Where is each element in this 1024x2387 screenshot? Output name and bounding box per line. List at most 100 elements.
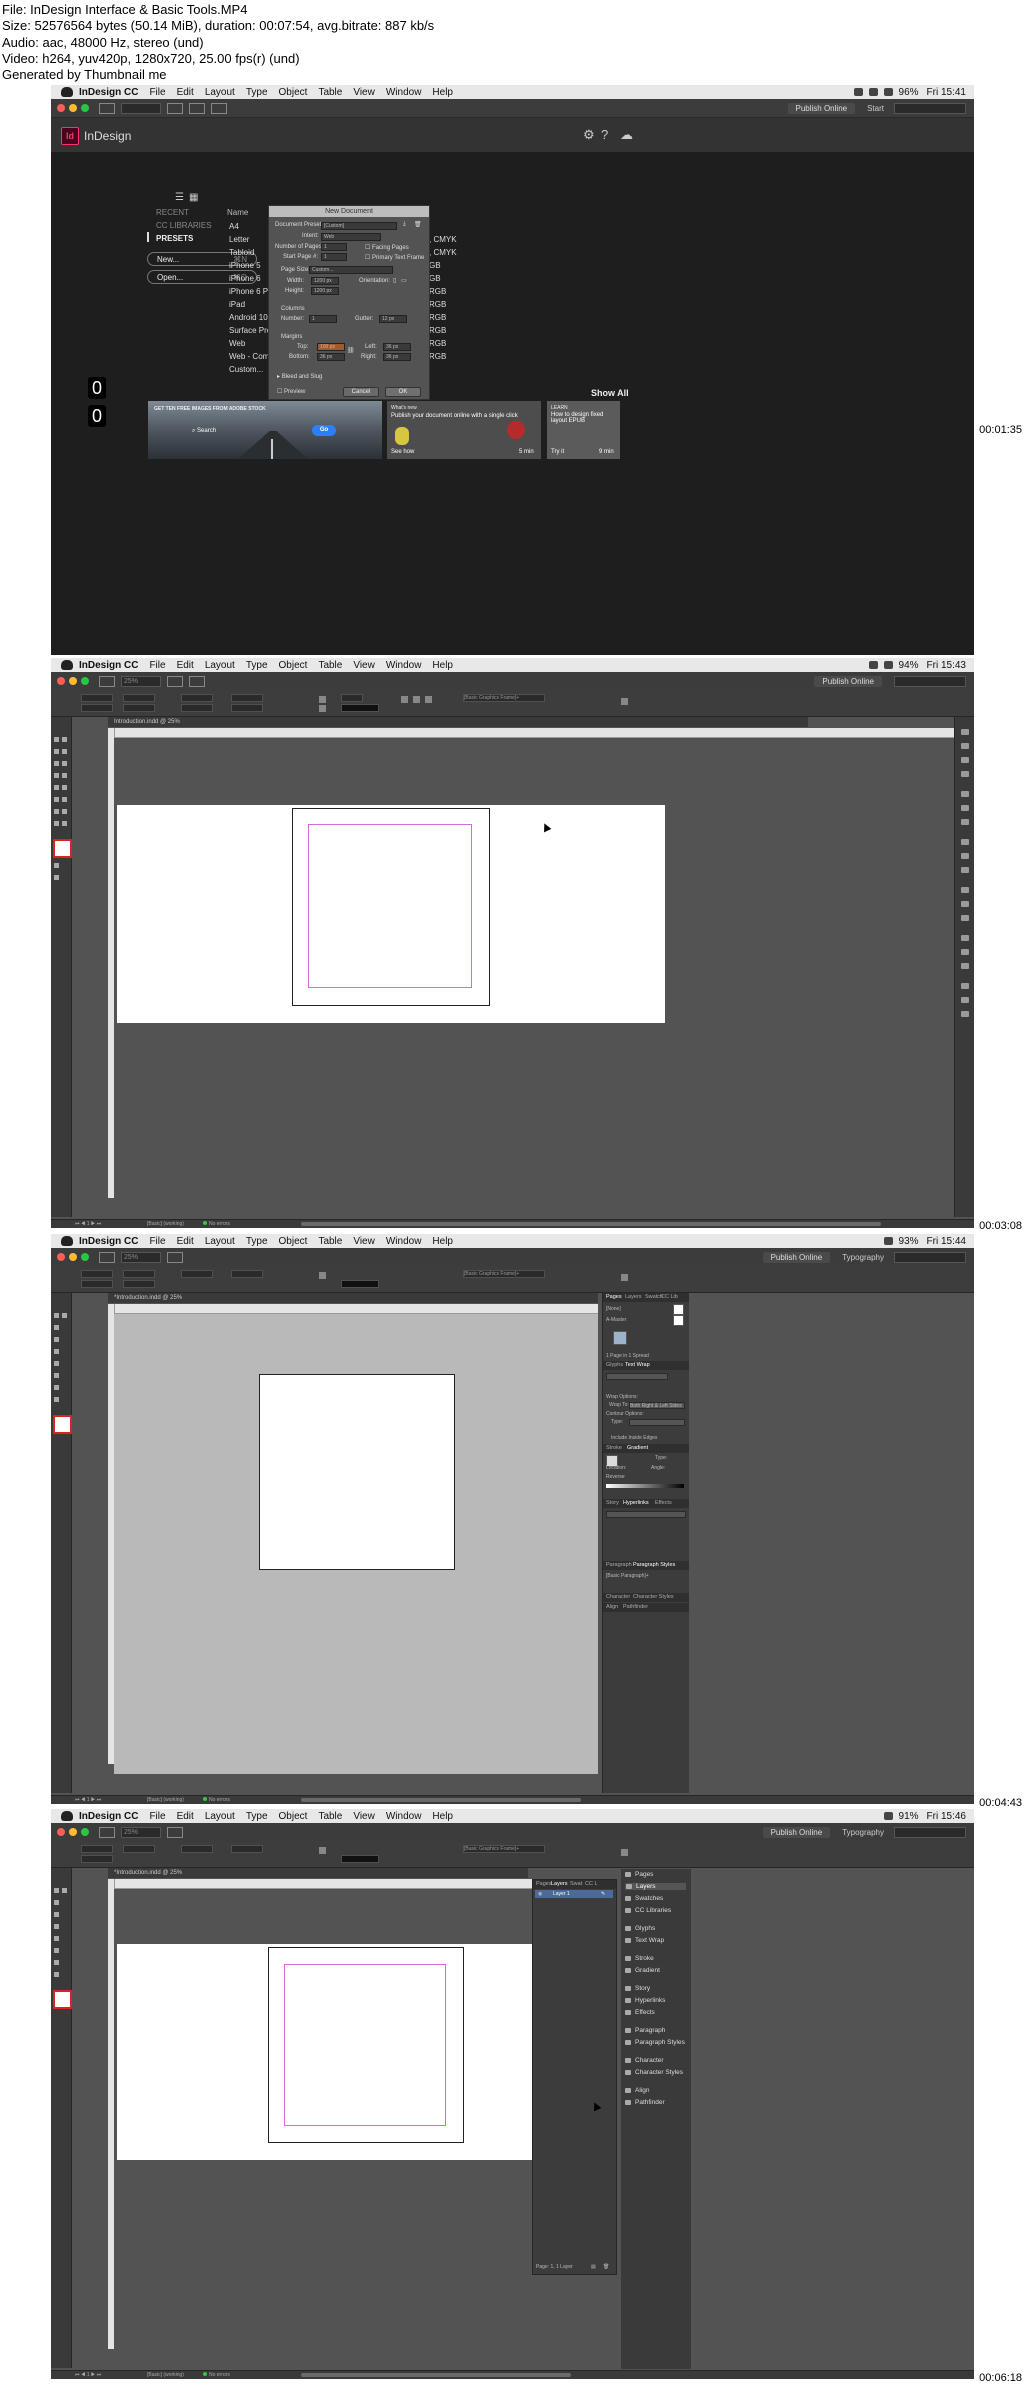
- card-link[interactable]: Try it: [551, 449, 564, 455]
- minimize-button[interactable]: [69, 104, 77, 112]
- menu-view[interactable]: View: [353, 1811, 375, 1822]
- menu-file[interactable]: File: [149, 1236, 165, 1247]
- gap-tool-icon[interactable]: [62, 749, 67, 754]
- grid-view-icon[interactable]: ▦: [189, 192, 198, 203]
- menu-layout[interactable]: Layout: [205, 660, 235, 671]
- bridge-icon[interactable]: [99, 102, 115, 114]
- type-tool-icon[interactable]: [54, 1337, 59, 1342]
- selection-tool-icon[interactable]: [54, 1888, 59, 1893]
- menu-app[interactable]: InDesign CC: [79, 87, 138, 98]
- direct-selection-tool-icon[interactable]: [62, 737, 67, 742]
- page-tool-icon[interactable]: [54, 1900, 59, 1905]
- y-field[interactable]: [81, 1280, 113, 1288]
- fill-stroke-icon[interactable]: [53, 1415, 72, 1434]
- bridge-icon[interactable]: [99, 675, 115, 687]
- align-icon[interactable]: [401, 696, 408, 703]
- layers-panel-icon[interactable]: [961, 743, 969, 749]
- tab-pages[interactable]: Pages: [606, 1293, 622, 1302]
- hyperlink-url-field[interactable]: [606, 1511, 686, 1518]
- document-page[interactable]: [259, 1374, 455, 1570]
- x-field[interactable]: [81, 1270, 113, 1278]
- fill-stroke-icon[interactable]: [53, 839, 72, 858]
- fill-swatch-icon[interactable]: [319, 1847, 326, 1854]
- height-input[interactable]: 1200 px: [311, 287, 339, 295]
- preview-checkbox[interactable]: ☐ Preview: [277, 388, 305, 395]
- minimize-button[interactable]: [69, 1253, 77, 1261]
- align-icon[interactable]: [425, 696, 432, 703]
- menu-window[interactable]: Window: [386, 660, 422, 671]
- list-view-icon[interactable]: ☰: [175, 192, 184, 203]
- page-1-thumb[interactable]: [613, 1331, 627, 1345]
- menu-window[interactable]: Window: [386, 87, 422, 98]
- sidebar-item-cc-libraries[interactable]: CC LIBRARIES: [156, 221, 212, 230]
- dock-align[interactable]: Align: [625, 2087, 649, 2094]
- align-panel-icon[interactable]: [961, 839, 969, 845]
- pencil-tool-icon[interactable]: [62, 773, 67, 778]
- preset-item[interactable]: iPhone 5: [229, 261, 261, 270]
- document-tab[interactable]: *Introduction.indd @ 25%: [114, 1868, 182, 1878]
- dock-text-wrap[interactable]: Text Wrap: [625, 1937, 664, 1944]
- color-panel-icon[interactable]: [961, 805, 969, 811]
- dock-paragraph-styles[interactable]: Paragraph Styles: [625, 2039, 685, 2046]
- search-field[interactable]: [894, 102, 966, 114]
- close-button[interactable]: [57, 104, 65, 112]
- scale-x-field[interactable]: [181, 694, 213, 702]
- paragraph-icon[interactable]: [961, 949, 969, 955]
- sidebar-item-presets[interactable]: PRESETS: [156, 234, 193, 243]
- a-master[interactable]: A-Master: [606, 1317, 626, 1323]
- stock-go-button[interactable]: Go: [312, 425, 336, 436]
- arrange-icon[interactable]: [211, 102, 227, 114]
- pages-panel-icon[interactable]: [961, 729, 969, 735]
- pen-tool-icon[interactable]: [54, 1924, 59, 1929]
- w-field[interactable]: [123, 1845, 155, 1853]
- stroke-type-field[interactable]: [341, 1280, 379, 1288]
- gradient-ramp[interactable]: [606, 1484, 684, 1488]
- horizontal-scrollbar[interactable]: [301, 1222, 881, 1226]
- preset-item[interactable]: Web: [229, 339, 245, 348]
- selection-tool-icon[interactable]: [54, 737, 59, 742]
- menu-table[interactable]: Table: [318, 660, 342, 671]
- wifi-icon[interactable]: [868, 88, 878, 96]
- pen-tool-icon[interactable]: [54, 773, 59, 778]
- preset-item[interactable]: Android 10": [229, 313, 271, 322]
- tab-cc-libraries[interactable]: CC L: [585, 1880, 598, 1889]
- glyphs-icon[interactable]: [961, 963, 969, 969]
- preflight-status[interactable]: No errors: [203, 1220, 230, 1228]
- menu-edit[interactable]: Edit: [177, 1811, 194, 1822]
- stroke-swatch-icon[interactable]: [319, 705, 326, 712]
- margin-right-input[interactable]: 36 px: [383, 353, 411, 361]
- menu-layout[interactable]: Layout: [205, 87, 235, 98]
- workspace-switcher[interactable]: Typography: [842, 1253, 884, 1262]
- horizontal-scrollbar[interactable]: [301, 2373, 571, 2377]
- story-icon[interactable]: [961, 983, 969, 989]
- search-field[interactable]: [894, 675, 966, 687]
- bleed-slug-toggle[interactable]: ▸ Bleed and Slug: [277, 373, 322, 380]
- tab-story[interactable]: Story: [606, 1499, 619, 1508]
- ok-button[interactable]: OK: [385, 387, 421, 397]
- column-header-name[interactable]: Name: [227, 208, 248, 217]
- include-edges-checkbox[interactable]: Include Inside Edges: [611, 1435, 657, 1441]
- learn-card[interactable]: LEARN How to design fixed layout EPUB Tr…: [547, 401, 620, 459]
- tab-cc-libraries[interactable]: CC Lib: [661, 1293, 678, 1302]
- stroke-weight-field[interactable]: [341, 694, 363, 702]
- wifi-icon[interactable]: [883, 661, 893, 669]
- x-field[interactable]: [81, 1845, 113, 1853]
- shear-field[interactable]: [231, 704, 263, 712]
- menu-edit[interactable]: Edit: [177, 1236, 194, 1247]
- zoom-button[interactable]: [81, 677, 89, 685]
- preflight-profile[interactable]: [Basic] (working): [147, 1220, 184, 1228]
- preset-item[interactable]: Letter: [229, 235, 249, 244]
- preflight-profile[interactable]: [Basic] (working): [147, 2371, 184, 2379]
- links-icon[interactable]: [961, 1011, 969, 1017]
- gradient-tool-icon[interactable]: [54, 1385, 59, 1390]
- menu-help[interactable]: Help: [432, 1811, 453, 1822]
- page-nav[interactable]: ⏮ ◀ 1 ▶ ⏭: [75, 1220, 101, 1228]
- direct-selection-tool-icon[interactable]: [62, 1313, 67, 1318]
- menu-table[interactable]: Table: [318, 1811, 342, 1822]
- menu-type[interactable]: Type: [246, 1236, 268, 1247]
- contour-type-select[interactable]: [629, 1419, 685, 1426]
- delete-preset-icon[interactable]: 🗑: [414, 221, 422, 228]
- tab-character[interactable]: Character: [606, 1593, 630, 1602]
- character-icon[interactable]: [961, 935, 969, 941]
- adobe-stock-card[interactable]: GET TEN FREE IMAGES FROM ADOBE STOCK ⌕ S…: [148, 401, 382, 459]
